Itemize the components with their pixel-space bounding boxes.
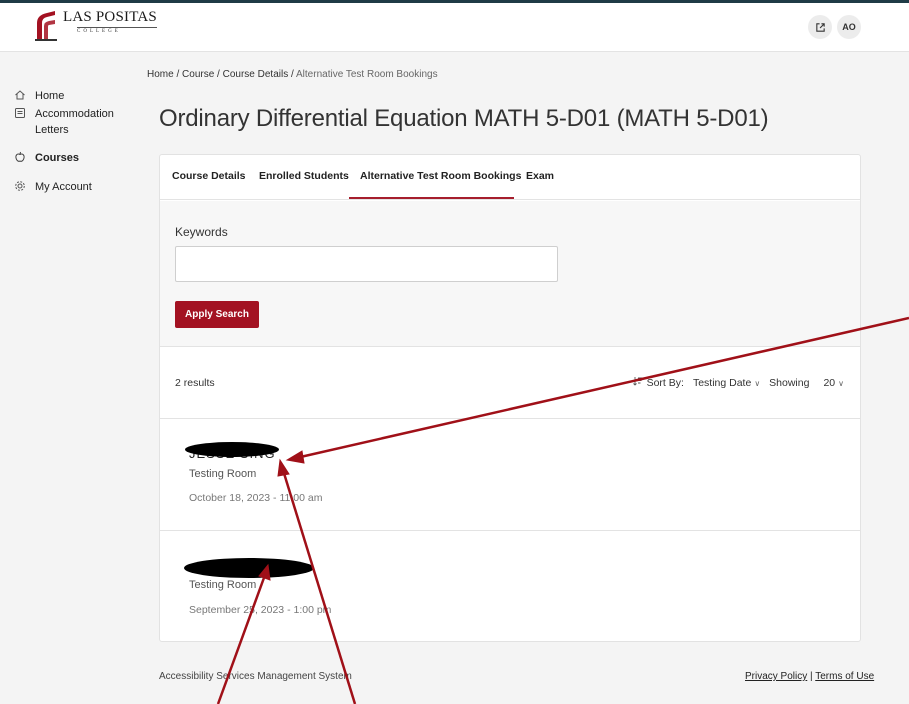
active-tab-indicator (349, 197, 514, 199)
sort-icon (632, 376, 643, 389)
sidebar: Home Accommodation Letters Courses My Ac… (0, 52, 140, 704)
top-bar: LAS POSITAS COLLEGE AO (0, 3, 909, 52)
breadcrumb-current: Alternative Test Room Bookings (296, 69, 438, 80)
sort-by-select[interactable]: Testing Date ∨ (693, 377, 760, 389)
footer-system-name: Accessibility Services Management System (159, 671, 352, 682)
page-title: Ordinary Differential Equation MATH 5-D0… (159, 105, 769, 132)
tab-bar: Course Details Enrolled Students Alterna… (160, 155, 860, 200)
breadcrumb-course[interactable]: Course (182, 69, 214, 80)
sidebar-item-label: Home (35, 90, 65, 102)
chevron-down-icon: ∨ (754, 378, 761, 388)
keywords-input[interactable] (175, 246, 558, 282)
sort-by-value: Testing Date (692, 376, 752, 389)
showing-label: Showing (769, 376, 810, 389)
list-item[interactable]: Testing Room September 25, 2023 - 1:00 p… (160, 532, 860, 642)
redaction-mark (185, 442, 279, 457)
chevron-down-icon: ∨ (838, 378, 844, 388)
logo-mark-icon (33, 9, 59, 43)
logo-title: LAS POSITAS (63, 9, 157, 25)
tab-course-details[interactable]: Course Details (172, 170, 246, 182)
redaction-mark (184, 558, 314, 578)
sort-by-label: Sort By: (646, 376, 684, 389)
sort-controls: Sort By: Testing Date ∨ Showing 20 ∨ (632, 376, 844, 389)
user-avatar[interactable]: AO (837, 15, 861, 39)
sidebar-item-label: Accommodation Letters (35, 108, 114, 136)
gear-icon (14, 180, 26, 192)
external-link-icon (815, 22, 825, 32)
tab-enrolled-students[interactable]: Enrolled Students (259, 170, 349, 182)
booking-type: Testing Room (189, 579, 257, 591)
sidebar-item-label: Courses (35, 152, 80, 164)
results-count: 2 results (175, 377, 215, 389)
content-card: Course Details Enrolled Students Alterna… (159, 154, 861, 642)
sidebar-item-label: My Account (35, 181, 92, 193)
letter-icon (14, 107, 26, 119)
results-bar: 2 results Sort By: Testing Date ∨ Showing… (160, 348, 860, 419)
booking-date: September 25, 2023 - 1:00 pm (189, 604, 332, 616)
breadcrumb-course-details[interactable]: Course Details (223, 69, 289, 80)
tab-exam[interactable]: Exam (526, 170, 554, 182)
logo-subtitle: COLLEGE (77, 27, 157, 34)
terms-of-use-link[interactable]: Terms of Use (815, 671, 874, 682)
sidebar-item-accommodation-letters[interactable]: Accommodation Letters (14, 106, 125, 138)
sidebar-item-home[interactable]: Home (14, 88, 64, 104)
breadcrumb: Home / Course / Course Details / Alterna… (147, 69, 438, 80)
apply-search-button[interactable]: Apply Search (175, 301, 259, 328)
college-logo[interactable]: LAS POSITAS COLLEGE (33, 9, 157, 45)
list-item[interactable]: JESSE SING Testing Room October 18, 2023… (160, 420, 860, 531)
sidebar-item-my-account[interactable]: My Account (14, 179, 92, 195)
search-panel: Keywords Apply Search (160, 201, 860, 347)
showing-select[interactable]: 20 ∨ (823, 377, 844, 389)
privacy-policy-link[interactable]: Privacy Policy (745, 671, 807, 682)
showing-value: 20 (823, 376, 836, 389)
external-link-button[interactable] (808, 15, 832, 39)
apple-icon (14, 151, 26, 163)
sidebar-item-courses[interactable]: Courses (14, 150, 79, 166)
booking-date: October 18, 2023 - 11:00 am (189, 492, 323, 504)
keywords-label: Keywords (175, 225, 228, 239)
booking-type: Testing Room (189, 468, 257, 480)
tab-alternative-test-room-bookings[interactable]: Alternative Test Room Bookings (360, 170, 521, 182)
breadcrumb-home[interactable]: Home (147, 69, 174, 80)
footer-links: Privacy Policy | Terms of Use (745, 671, 874, 682)
home-icon (14, 89, 26, 101)
